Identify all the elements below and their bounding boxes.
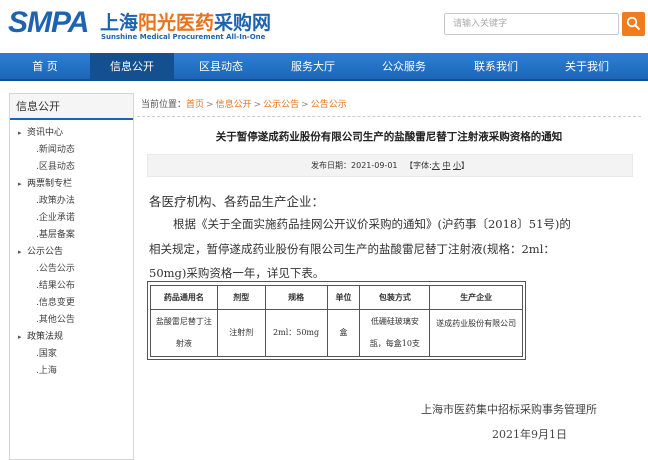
search-icon [626, 16, 641, 31]
table-row: 盐酸雷尼替丁注 射液 注射剂 2ml：50mg 盒 低硼硅玻璃安 瓿，每盒10支 遂… [150, 309, 523, 357]
breadcrumb: 当前位置：首页 > 信息公开 > 公示公告 > 公告公示 [137, 93, 641, 117]
search-button[interactable] [622, 12, 645, 36]
sidebar-item[interactable]: .信息变更 [10, 295, 133, 312]
site-slogan: Sunshine Medical Procurement All-In-One [101, 33, 266, 41]
sidebar-group-two-invoice[interactable]: ▸ 两票制专栏 [10, 176, 133, 193]
table-header: 单位 [326, 285, 361, 310]
sidebar-group-announcements[interactable]: ▸ 公示公告 [10, 244, 133, 261]
breadcrumb-link[interactable]: 公告公示 [311, 100, 347, 110]
article-meta: 发布日期：2021-09-01 【字体:大 中 小】 [147, 154, 633, 177]
nav-item-district-news[interactable]: 区县动态 [174, 53, 268, 81]
table-cell: 注射剂 [216, 309, 266, 357]
sidebar: 信息公开 ▸ 资讯中心 .新闻动态 .区县动态 ▸ 两票制专栏 .政策办法 .企业承… [9, 93, 134, 460]
sidebar-item[interactable]: .新闻动态 [10, 142, 133, 159]
nav-item-service-hall[interactable]: 服务大厅 [268, 53, 358, 81]
breadcrumb-link[interactable]: 信息公开 [216, 100, 252, 110]
sidebar-item[interactable]: .国家 [10, 346, 133, 363]
table-header-row: 药品通用名 剂型 规格 单位 包装方式 生产企业 [150, 285, 523, 310]
sidebar-item[interactable]: .基层备案 [10, 227, 133, 244]
sidebar-item[interactable]: .政策办法 [10, 193, 133, 210]
breadcrumb-link[interactable]: 首页 [186, 100, 204, 110]
breadcrumb-link[interactable]: 公示公告 [263, 100, 299, 110]
main-content: 当前位置：首页 > 信息公开 > 公示公告 > 公告公示 关于暂停遂成药业股份有限公司生产的… [137, 93, 641, 460]
table-header: 剂型 [216, 285, 266, 310]
main-nav: 首 页 信息公开 区县动态 服务大厅 公众服务 联系我们 关于我们 [0, 53, 648, 81]
article-title: 关于暂停遂成药业股份有限公司生产的盐酸雷尼替丁注射液采购资格的通知 [215, 131, 563, 143]
sidebar-item[interactable]: .上海 [10, 363, 133, 380]
table-header: 生产企业 [429, 285, 523, 310]
publish-date: 发布日期：2021-09-01 [311, 161, 398, 170]
site-header: SMPA 上海阳光医药采购网 Sunshine Medical Procurem… [0, 0, 648, 52]
table-header: 药品通用名 [150, 285, 218, 310]
sidebar-item[interactable]: .结果公布 [10, 278, 133, 295]
nav-item-info-public[interactable]: 信息公开 [90, 53, 174, 81]
table-cell: 盒 [326, 309, 361, 357]
signature-org: 上海市医药集中招标采购事务管理所 [421, 403, 597, 416]
nav-item-about[interactable]: 关于我们 [542, 53, 632, 81]
font-size-small[interactable]: 小 [453, 161, 461, 170]
site-logo[interactable]: SMPA [8, 6, 89, 40]
sidebar-item[interactable]: .其他公告 [10, 312, 133, 329]
drug-table: 药品通用名 剂型 规格 单位 包装方式 生产企业 盐酸雷尼替丁注 射液 注射剂 2… [150, 285, 523, 357]
nav-item-home[interactable]: 首 页 [0, 53, 90, 81]
paragraph-line: 相关规定，暂停遂成药业股份有限公司生产的盐酸雷尼替丁注射液(规格：2ml： [149, 242, 555, 256]
sidebar-item[interactable]: .公告公示 [10, 261, 133, 278]
nav-item-public-service[interactable]: 公众服务 [358, 53, 450, 81]
caret-right-icon: ▸ [18, 129, 22, 137]
paragraph-line: 根据《关于全面实施药品挂网公开议价采购的通知》(沪药事〔2018〕51号)的 [173, 217, 571, 231]
table-header: 包装方式 [359, 285, 431, 310]
sidebar-group-news[interactable]: ▸ 资讯中心 [10, 125, 133, 142]
nav-item-contact[interactable]: 联系我们 [450, 53, 542, 81]
table-cell: 遂成药业股份有限公司 [429, 309, 523, 357]
signature-date: 2021年9月1日 [492, 428, 567, 441]
sidebar-item[interactable]: .区县动态 [10, 159, 133, 176]
table-cell: 低硼硅玻璃安 瓿，每盒10支 [359, 309, 431, 357]
font-size-medium[interactable]: 中 [442, 161, 450, 170]
sidebar-item[interactable]: .企业承诺 [10, 210, 133, 227]
sidebar-title: 信息公开 [10, 94, 133, 120]
caret-right-icon: ▸ [18, 180, 22, 188]
caret-right-icon: ▸ [18, 248, 22, 256]
table-cell: 2ml：50mg [264, 309, 328, 357]
site-name: 上海阳光医药采购网 [100, 12, 272, 34]
salutation: 各医疗机构、各药品生产企业： [149, 194, 325, 209]
sidebar-group-regulations[interactable]: ▸ 政策法规 [10, 329, 133, 346]
table-cell: 盐酸雷尼替丁注 射液 [150, 309, 218, 357]
font-size-large[interactable]: 大 [432, 161, 440, 170]
paragraph-line: 50mg)采购资格一年，详见下表。 [149, 266, 325, 280]
search-input[interactable] [444, 13, 619, 35]
caret-right-icon: ▸ [18, 333, 22, 341]
table-header: 规格 [264, 285, 328, 310]
